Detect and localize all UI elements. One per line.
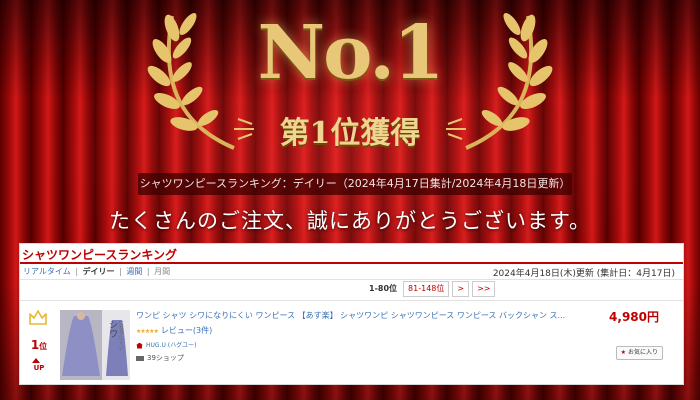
favorite-button[interactable]: ★ お気に入り	[615, 346, 663, 360]
tab-separator: |	[75, 267, 79, 276]
thank-you-message: たくさんのご注文、誠にありがとうございます。	[109, 209, 591, 233]
ranking-panel: シャツワンピースランキング リアルタイム | デイリー | 週間 | 月間 20…	[19, 243, 684, 385]
product-title-link[interactable]: ワンピ シャツ シワになりにくい ワンピース 【あす楽】 シャツワンピ シャツワ…	[136, 310, 576, 321]
headline: No.1	[257, 10, 445, 96]
shop-house-icon	[136, 342, 143, 349]
rank-suffix: 位	[39, 342, 48, 351]
ranking-caption: シャツワンピースランキング：デイリー（2024年4月17日集計/2024年4月1…	[138, 173, 572, 195]
shipping-info: 39ショップ	[136, 353, 184, 363]
pagination: 1-80位 81-148位 > >>	[369, 281, 498, 297]
shipping-label: 39ショップ	[147, 354, 184, 362]
favorite-label: お気に入り	[627, 349, 658, 356]
truck-icon	[136, 355, 144, 361]
current-range: 1-80位	[369, 284, 398, 293]
tab-monthly[interactable]: 月間	[154, 267, 170, 276]
period-tabs: リアルタイム | デイリー | 週間 | 月間	[23, 266, 172, 277]
last-page-button[interactable]: >>	[472, 281, 496, 297]
tab-weekly[interactable]: 週間	[126, 267, 142, 276]
review-summary: ★★★★★ レビュー(3件)	[136, 325, 212, 336]
shop-name-link[interactable]: HUG.U (ハグユー)	[146, 342, 196, 349]
tab-separator: |	[119, 267, 122, 276]
product-price: 4,980円	[609, 310, 659, 324]
tab-daily[interactable]: デイリー	[83, 267, 115, 276]
tab-separator: |	[146, 267, 150, 276]
trend-label: UP	[33, 364, 45, 372]
ranking-title: シャツワンピースランキング	[22, 248, 178, 262]
favorite-star-icon: ★	[620, 349, 626, 356]
shop-info: HUG.U (ハグユー)	[136, 340, 196, 349]
next-range-link[interactable]: 81-148位	[403, 281, 450, 297]
up-arrow-icon	[32, 358, 40, 363]
sparkle-right-icon	[446, 118, 466, 140]
row-divider	[20, 300, 683, 301]
next-page-button[interactable]: >	[452, 281, 470, 297]
product-thumbnail[interactable]: シワ になりにくい	[60, 310, 130, 380]
crown-icon	[29, 310, 47, 325]
award-title: 第1位獲得	[279, 116, 421, 151]
updated-date: 2024年4月18日(木)更新 (集計日：4月17日)	[492, 269, 675, 279]
title-divider	[20, 262, 683, 264]
tab-realtime[interactable]: リアルタイム	[23, 267, 71, 276]
thumb-subcaption: になりにくい	[118, 320, 124, 350]
rank-number: 1位	[24, 338, 54, 352]
rank-value: 1	[30, 338, 40, 352]
review-count-link[interactable]: レビュー(3件)	[161, 326, 212, 335]
rating-stars: ★★★★★	[136, 328, 159, 335]
tabs-divider	[20, 279, 683, 280]
